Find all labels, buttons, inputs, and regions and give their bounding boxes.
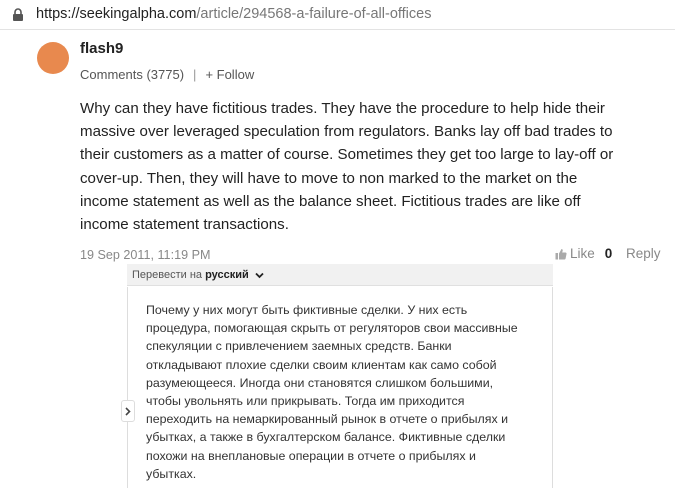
url-host: https://seekingalpha.com bbox=[36, 6, 197, 22]
comments-count-link[interactable]: Comments (3775) bbox=[80, 67, 184, 82]
comment-line: income statement transactions. bbox=[80, 216, 289, 234]
comment-date: 19 Sep 2011, 11:19 PM bbox=[80, 248, 211, 262]
comment-username[interactable]: flash9 bbox=[80, 40, 123, 57]
translation-line: чтобы увольнять или прикрывать. Тогда им… bbox=[146, 394, 465, 409]
like-button[interactable]: Like 0 bbox=[555, 246, 612, 261]
comment-line: income statement as well as the balance … bbox=[80, 192, 581, 210]
translation-line: убытках, а также в бухгалтерском балансе… bbox=[146, 430, 506, 445]
comment-line: massive over leveraged speculation from … bbox=[80, 123, 613, 141]
translation-text: Почему у них могут быть фиктивные сделки… bbox=[146, 301, 546, 483]
translation-line: спекуляции с привлечением заемных средст… bbox=[146, 339, 452, 354]
url-path: /article/294568-a-failure-of-all-offices bbox=[196, 6, 432, 22]
translate-bar[interactable]: Перевести на русский bbox=[127, 264, 553, 286]
translate-prefix: Перевести на bbox=[132, 269, 203, 281]
translation-line: убытках. bbox=[146, 466, 197, 481]
comment-line: their customers as a matter of course. S… bbox=[80, 146, 614, 164]
comment-line: Why can they have fictitious trades. The… bbox=[80, 100, 605, 117]
translation-line: процедура, помогающая скрыть от регулято… bbox=[146, 321, 518, 336]
translation-line: переходить на немаркированный рынок в от… bbox=[146, 412, 509, 427]
comment-meta: Comments (3775) | + Follow bbox=[80, 67, 254, 82]
url-text[interactable]: https://seekingalpha.com/article/294568-… bbox=[36, 6, 431, 22]
translation-line: откладывают плохие сделки своим клиентам… bbox=[146, 357, 497, 372]
meta-separator: | bbox=[193, 67, 197, 82]
thumbs-up-icon bbox=[555, 248, 567, 259]
address-bar[interactable]: https://seekingalpha.com/article/294568-… bbox=[0, 0, 675, 30]
lock-icon[interactable] bbox=[11, 8, 25, 22]
like-count: 0 bbox=[604, 246, 613, 261]
reply-button[interactable]: Reply bbox=[626, 246, 661, 261]
expand-arrow[interactable] bbox=[121, 400, 135, 422]
follow-button[interactable]: + Follow bbox=[205, 67, 254, 82]
chevron-down-icon[interactable] bbox=[255, 272, 264, 279]
like-label: Like bbox=[570, 246, 595, 261]
translation-line: похожи на внеплановые операции в отчете … bbox=[146, 448, 476, 463]
translation-line: разумеющееся. Иногда они становятся слиш… bbox=[146, 375, 494, 390]
comment-line: cover-up. Then, they will have to move t… bbox=[80, 169, 578, 187]
translate-language[interactable]: русский bbox=[205, 269, 249, 281]
avatar[interactable] bbox=[37, 42, 69, 74]
chevron-right-icon bbox=[125, 406, 131, 416]
comment-body: Why can they have fictitious trades. The… bbox=[80, 97, 670, 236]
translation-line: Почему у них могут быть фиктивные сделки… bbox=[146, 303, 468, 317]
